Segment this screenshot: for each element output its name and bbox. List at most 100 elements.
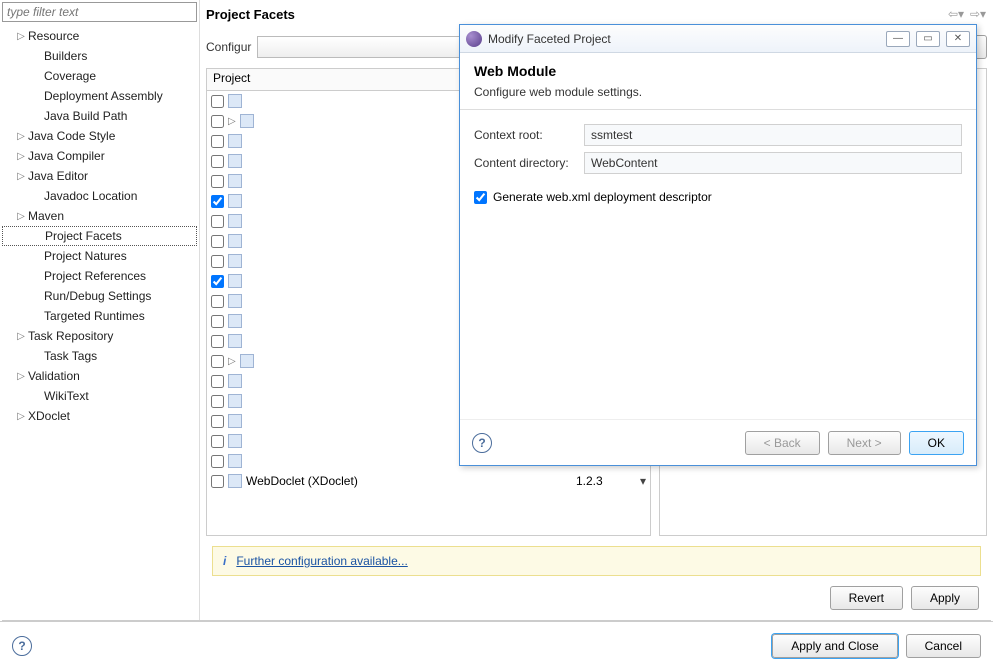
- sidebar-item-label: Project Natures: [44, 249, 127, 263]
- facet-checkbox[interactable]: [211, 395, 224, 408]
- caret-icon: ▷: [16, 151, 26, 162]
- apply-and-close-button[interactable]: Apply and Close: [772, 634, 897, 658]
- chevron-down-icon[interactable]: ▾: [640, 474, 646, 488]
- facet-checkbox[interactable]: [211, 355, 224, 368]
- facet-checkbox[interactable]: [211, 335, 224, 348]
- close-button[interactable]: ✕: [946, 31, 970, 47]
- sidebar-item-coverage[interactable]: Coverage: [2, 66, 197, 86]
- facet-checkbox[interactable]: [211, 435, 224, 448]
- sidebar-item-resource[interactable]: ▷Resource: [2, 26, 197, 46]
- nav-back-icon[interactable]: ⇦▾: [947, 5, 965, 23]
- filter-input[interactable]: [2, 2, 197, 22]
- generate-webxml-checkbox[interactable]: [474, 191, 487, 204]
- sidebar-item-task-tags[interactable]: Task Tags: [2, 346, 197, 366]
- sidebar-item-java-code-style[interactable]: ▷Java Code Style: [2, 126, 197, 146]
- info-bar: i Further configuration available...: [212, 546, 981, 576]
- sidebar-item-wikitext[interactable]: WikiText: [2, 386, 197, 406]
- sidebar-item-project-facets[interactable]: Project Facets: [2, 226, 197, 246]
- sidebar-item-label: Coverage: [44, 69, 96, 83]
- sidebar-item-task-repository[interactable]: ▷Task Repository: [2, 326, 197, 346]
- facet-checkbox[interactable]: [211, 255, 224, 268]
- caret-icon: ▷: [16, 131, 26, 142]
- facet-checkbox[interactable]: [211, 215, 224, 228]
- facet-checkbox[interactable]: [211, 95, 224, 108]
- facet-checkbox[interactable]: [211, 315, 224, 328]
- facet-checkbox[interactable]: [211, 275, 224, 288]
- sidebar-item-validation[interactable]: ▷Validation: [2, 366, 197, 386]
- sidebar-item-label: XDoclet: [28, 409, 70, 423]
- revert-button[interactable]: Revert: [830, 586, 903, 610]
- sidebar-item-java-editor[interactable]: ▷Java Editor: [2, 166, 197, 186]
- facet-icon: [228, 174, 242, 188]
- sidebar-item-javadoc-location[interactable]: Javadoc Location: [2, 186, 197, 206]
- sidebar-item-label: Javadoc Location: [44, 189, 137, 203]
- help-icon[interactable]: ?: [12, 636, 32, 656]
- sidebar-item-java-build-path[interactable]: Java Build Path: [2, 106, 197, 126]
- content-dir-input[interactable]: [584, 152, 962, 174]
- facet-icon: [228, 314, 242, 328]
- ok-button[interactable]: OK: [909, 431, 964, 455]
- caret-icon: ▷: [16, 31, 26, 42]
- facet-icon: [228, 414, 242, 428]
- facet-icon: [228, 154, 242, 168]
- facet-checkbox[interactable]: [211, 195, 224, 208]
- caret-icon: ▷: [16, 411, 26, 422]
- facet-icon: [228, 374, 242, 388]
- facet-checkbox[interactable]: [211, 455, 224, 468]
- properties-tree: ▷Resource Builders Coverage Deployment Asse…: [2, 26, 197, 426]
- help-icon[interactable]: ?: [472, 433, 492, 453]
- facet-icon: [228, 94, 242, 108]
- facet-checkbox[interactable]: [211, 135, 224, 148]
- facet-row[interactable]: WebDoclet (XDoclet)1.2.3▾: [207, 471, 650, 491]
- sidebar-item-builders[interactable]: Builders: [2, 46, 197, 66]
- caret-icon: ▷: [16, 371, 26, 382]
- next-button: Next >: [828, 431, 901, 455]
- facet-icon: [228, 434, 242, 448]
- facet-checkbox[interactable]: [211, 475, 224, 488]
- apply-button[interactable]: Apply: [911, 586, 979, 610]
- sidebar-item-java-compiler[interactable]: ▷Java Compiler: [2, 146, 197, 166]
- facet-checkbox[interactable]: [211, 295, 224, 308]
- minimize-button[interactable]: —: [886, 31, 910, 47]
- nav-fwd-icon[interactable]: ⇨▾: [969, 5, 987, 23]
- sidebar-item-project-references[interactable]: Project References: [2, 266, 197, 286]
- facet-checkbox[interactable]: [211, 375, 224, 388]
- facet-version: 1.2.3: [576, 474, 636, 488]
- caret-icon: ▷: [228, 116, 236, 127]
- back-button: < Back: [745, 431, 820, 455]
- sidebar-item-run-debug-settings[interactable]: Run/Debug Settings: [2, 286, 197, 306]
- facet-checkbox[interactable]: [211, 155, 224, 168]
- main-panel: Project Facets ⇦▾ ⇨▾ Configur ▾ Save As.…: [200, 0, 993, 620]
- sidebar-item-targeted-runtimes[interactable]: Targeted Runtimes: [2, 306, 197, 326]
- sidebar-item-label: Run/Debug Settings: [44, 289, 151, 303]
- maximize-button[interactable]: ▭: [916, 31, 940, 47]
- sidebar-item-label: Builders: [44, 49, 87, 63]
- facet-checkbox[interactable]: [211, 115, 224, 128]
- facet-icon: [240, 354, 254, 368]
- sidebar-item-label: Maven: [28, 209, 64, 223]
- facet-icon: [228, 474, 242, 488]
- cancel-button[interactable]: Cancel: [906, 634, 981, 658]
- sidebar-item-label: Java Code Style: [28, 129, 115, 143]
- sidebar-item-project-natures[interactable]: Project Natures: [2, 246, 197, 266]
- further-config-link[interactable]: Further configuration available...: [236, 554, 407, 568]
- facet-checkbox[interactable]: [211, 415, 224, 428]
- caret-icon: ▷: [16, 331, 26, 342]
- sidebar-item-deployment-assembly[interactable]: Deployment Assembly: [2, 86, 197, 106]
- sidebar-item-label: Java Build Path: [44, 109, 127, 123]
- facet-checkbox[interactable]: [211, 175, 224, 188]
- facet-icon: [228, 454, 242, 468]
- page-title: Project Facets: [206, 7, 295, 22]
- context-root-input[interactable]: [584, 124, 962, 146]
- dialog-heading: Web Module: [474, 63, 962, 79]
- sidebar-item-label: Project References: [44, 269, 146, 283]
- facet-icon: [228, 214, 242, 228]
- sidebar-item-maven[interactable]: ▷Maven: [2, 206, 197, 226]
- generate-webxml-label[interactable]: Generate web.xml deployment descriptor: [493, 190, 712, 204]
- eclipse-icon: [466, 31, 482, 47]
- facet-icon: [228, 394, 242, 408]
- caret-icon: ▷: [16, 171, 26, 182]
- facet-icon: [228, 234, 242, 248]
- facet-checkbox[interactable]: [211, 235, 224, 248]
- sidebar-item-xdoclet[interactable]: ▷XDoclet: [2, 406, 197, 426]
